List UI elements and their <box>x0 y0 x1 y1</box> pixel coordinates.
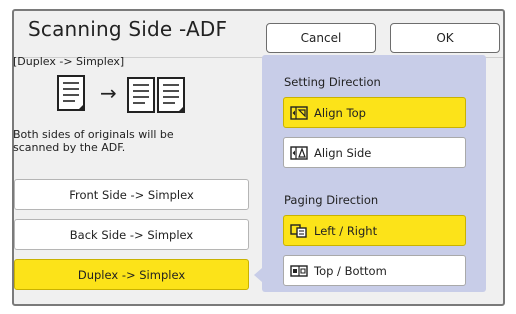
cancel-button[interactable]: Cancel <box>266 23 376 53</box>
left-right-label: Left / Right <box>314 223 378 238</box>
back-side-simplex-button[interactable]: Back Side -> Simplex <box>14 219 249 250</box>
duplex-to-simplex-diagram-icon: → <box>57 75 185 113</box>
duplex-original-icon <box>57 75 85 111</box>
arrow-icon: → <box>100 81 117 105</box>
selection-pointer <box>254 268 262 282</box>
align-side-label: Align Side <box>314 145 372 160</box>
left-right-button[interactable]: Left / Right <box>283 215 466 246</box>
ok-button[interactable]: OK <box>390 23 500 53</box>
simplex-output-icon <box>127 77 185 113</box>
setting-direction-label: Setting Direction <box>284 75 381 89</box>
align-top-label: Align Top <box>314 105 366 120</box>
paging-direction-label: Paging Direction <box>284 193 379 207</box>
align-top-icon <box>290 105 308 120</box>
left-right-icon <box>290 223 307 238</box>
top-bottom-icon <box>290 264 308 277</box>
top-bottom-label: Top / Bottom <box>314 263 387 278</box>
duplex-simplex-button[interactable]: Duplex -> Simplex <box>14 259 249 290</box>
top-bottom-button[interactable]: Top / Bottom <box>283 255 466 286</box>
align-top-button[interactable]: Align Top <box>283 97 466 128</box>
align-side-button[interactable]: Align Side <box>283 137 466 168</box>
mode-label: [Duplex -> Simplex] <box>13 55 125 68</box>
dialog-title: Scanning Side -ADF <box>28 17 228 41</box>
align-side-icon <box>290 145 308 160</box>
description-text: Both sides of originals will be scanned … <box>13 128 174 154</box>
front-side-simplex-button[interactable]: Front Side -> Simplex <box>14 179 249 210</box>
